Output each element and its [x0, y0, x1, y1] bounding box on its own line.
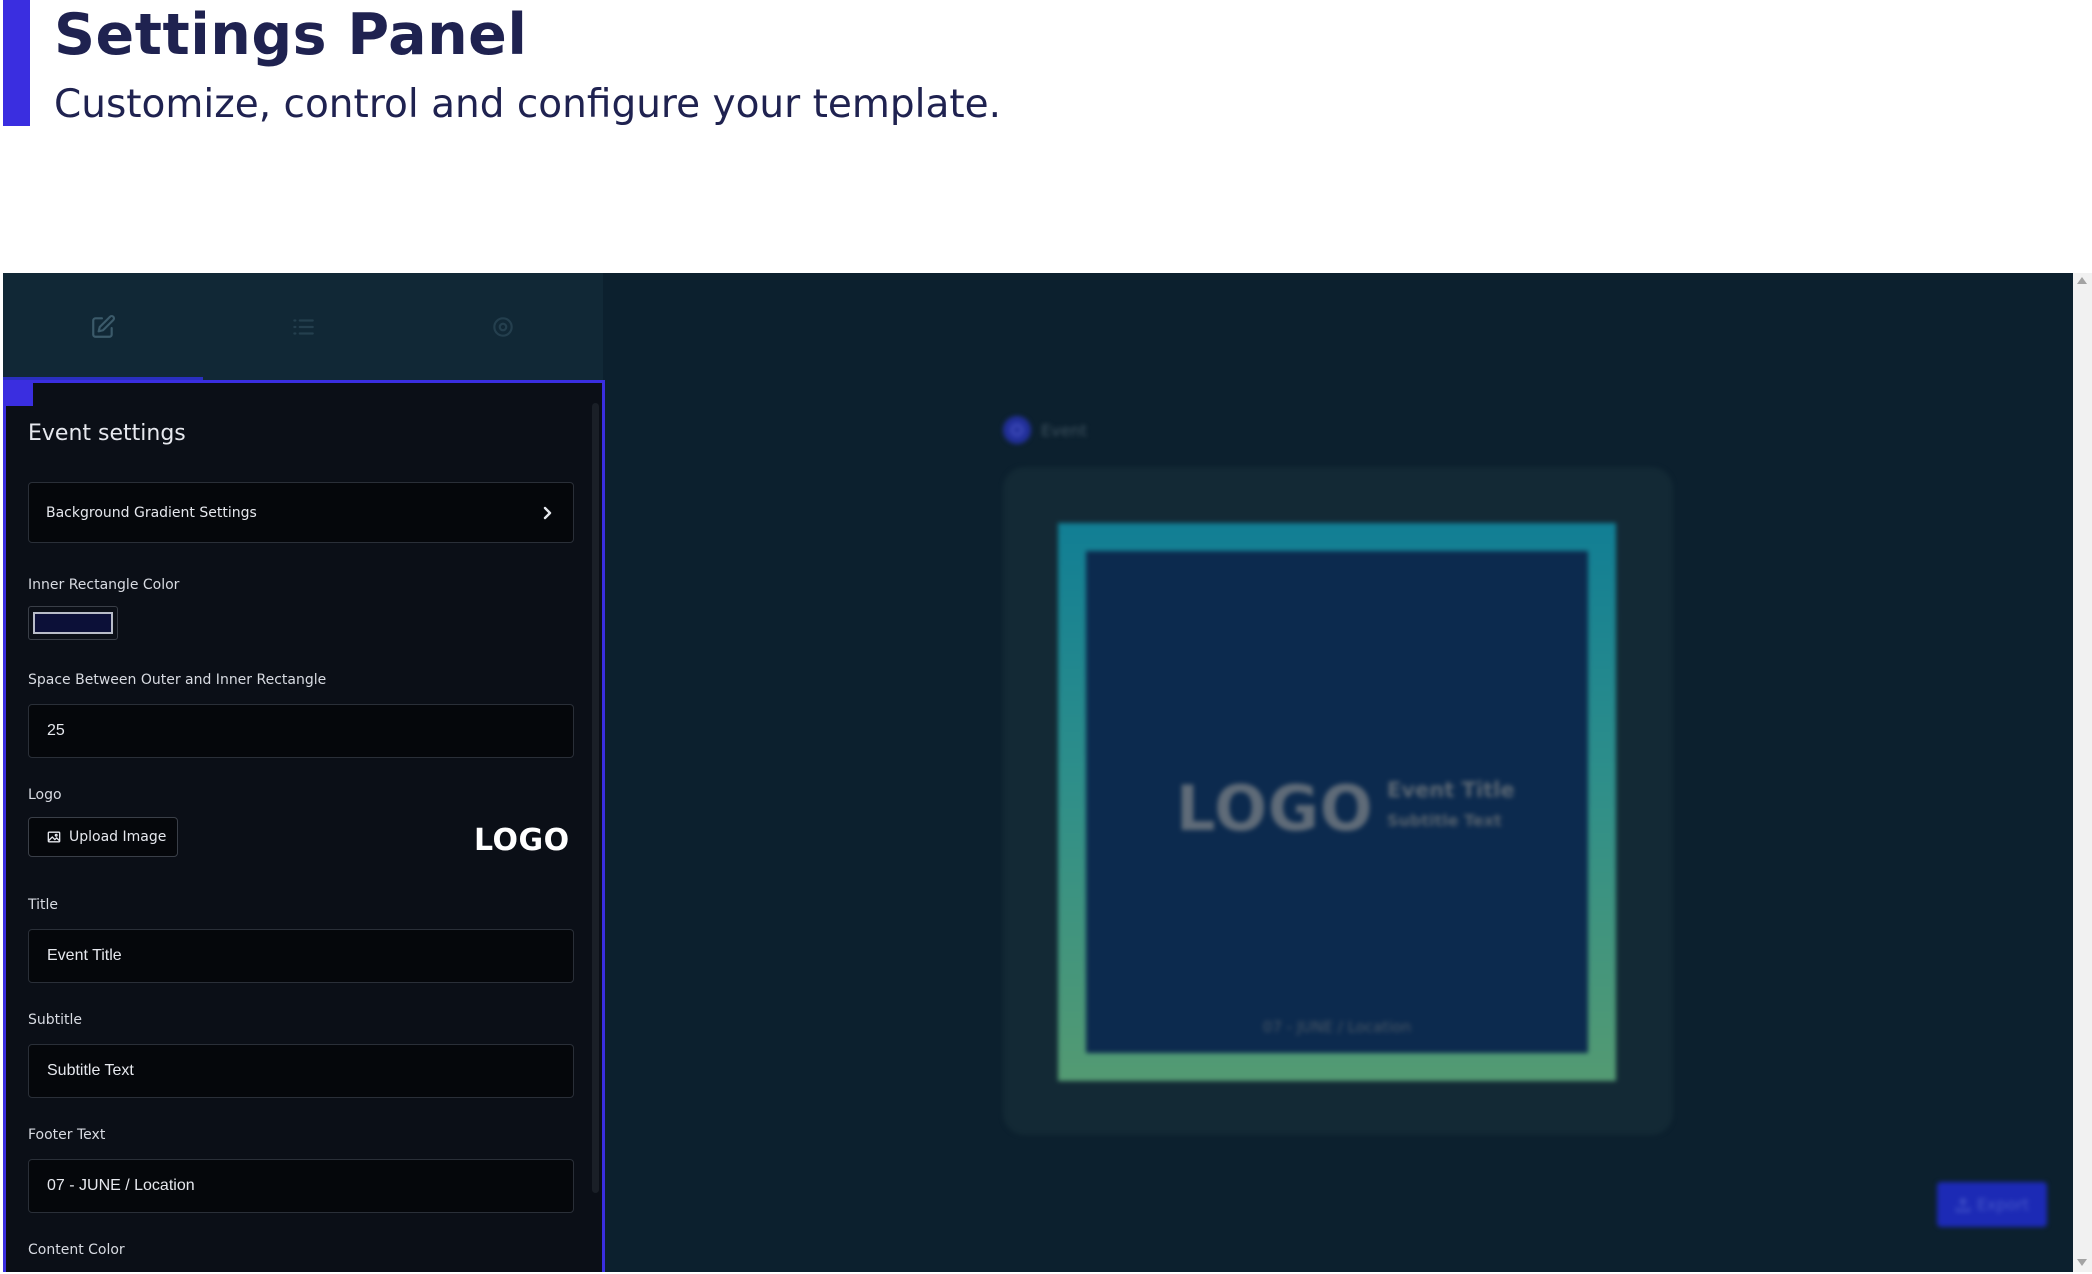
export-button[interactable]: Export: [1937, 1182, 2047, 1227]
event-dot-icon: [1003, 416, 1031, 444]
panel-heading: Event settings: [28, 421, 186, 446]
export-label: Export: [1976, 1195, 2030, 1214]
subtitle-input[interactable]: Subtitle Text: [28, 1044, 574, 1098]
app-window: Event settings Background Gradient Setti…: [3, 273, 2073, 1272]
title-label: Title: [28, 897, 59, 913]
upload-image-label: Upload Image: [69, 829, 167, 845]
title-input[interactable]: Event Title: [28, 929, 574, 983]
inner-rect-color-swatch: [33, 612, 113, 634]
tab-edit[interactable]: [3, 273, 203, 380]
window-scrollbar[interactable]: [2073, 273, 2092, 1272]
scroll-down-icon[interactable]: [2077, 1259, 2087, 1266]
chevron-right-icon: [543, 506, 552, 519]
inner-rect-color-label: Inner Rectangle Color: [28, 577, 180, 593]
content-color-label: Content Color: [28, 1242, 125, 1258]
scroll-up-icon[interactable]: [2077, 277, 2087, 284]
logo-label: Logo: [28, 787, 62, 803]
outer-rectangle: LOGO Event Title Subtitle Text 07 - JUNE…: [1058, 523, 1616, 1081]
inner-rectangle: LOGO Event Title Subtitle Text 07 - JUNE…: [1086, 551, 1588, 1053]
preview-event-subtitle: Subtitle Text: [1387, 811, 1502, 830]
tab-settings[interactable]: [403, 273, 603, 380]
preview-footer-text: 07 - JUNE / Location: [1262, 1018, 1412, 1036]
settings-sidebar: Event settings Background Gradient Setti…: [3, 273, 605, 1272]
upload-image-button[interactable]: Upload Image: [28, 817, 178, 857]
preview-logo: LOGO: [1176, 772, 1374, 845]
gradient-settings-label: Background Gradient Settings: [46, 504, 257, 521]
image-icon: [47, 831, 61, 843]
inner-rect-color-picker[interactable]: [28, 606, 118, 640]
spacing-input[interactable]: 25: [28, 704, 574, 758]
event-settings-panel: Event settings Background Gradient Setti…: [3, 380, 605, 1272]
gear-icon: [493, 316, 513, 337]
edit-icon: [92, 314, 115, 338]
tab-list[interactable]: [203, 273, 403, 380]
panel-scrollbar[interactable]: [592, 403, 599, 1193]
footer-text-input[interactable]: 07 - JUNE / Location: [28, 1159, 574, 1213]
preview-event-title: Event Title: [1387, 778, 1515, 802]
spacing-label: Space Between Outer and Inner Rectangle: [28, 672, 327, 688]
logo-thumbnail: LOGO: [474, 823, 570, 858]
subtitle-label: Subtitle: [28, 1012, 83, 1028]
page-subtitle: Customize, control and configure your te…: [54, 82, 1002, 127]
event-indicator: Event: [1003, 416, 1087, 444]
preview-canvas: Event LOGO Event Title Subtitle Text 07 …: [603, 273, 2073, 1272]
accent-bar: [3, 0, 30, 126]
upload-icon: [1955, 1197, 1970, 1212]
event-label: Event: [1041, 420, 1087, 440]
page-title: Settings Panel: [54, 2, 528, 68]
list-icon: [293, 318, 314, 335]
panel-corner-marker: [6, 383, 33, 406]
sidebar-tabbar: [3, 273, 603, 380]
background-gradient-settings-button[interactable]: Background Gradient Settings: [28, 482, 574, 543]
footer-text-label: Footer Text: [28, 1127, 106, 1143]
